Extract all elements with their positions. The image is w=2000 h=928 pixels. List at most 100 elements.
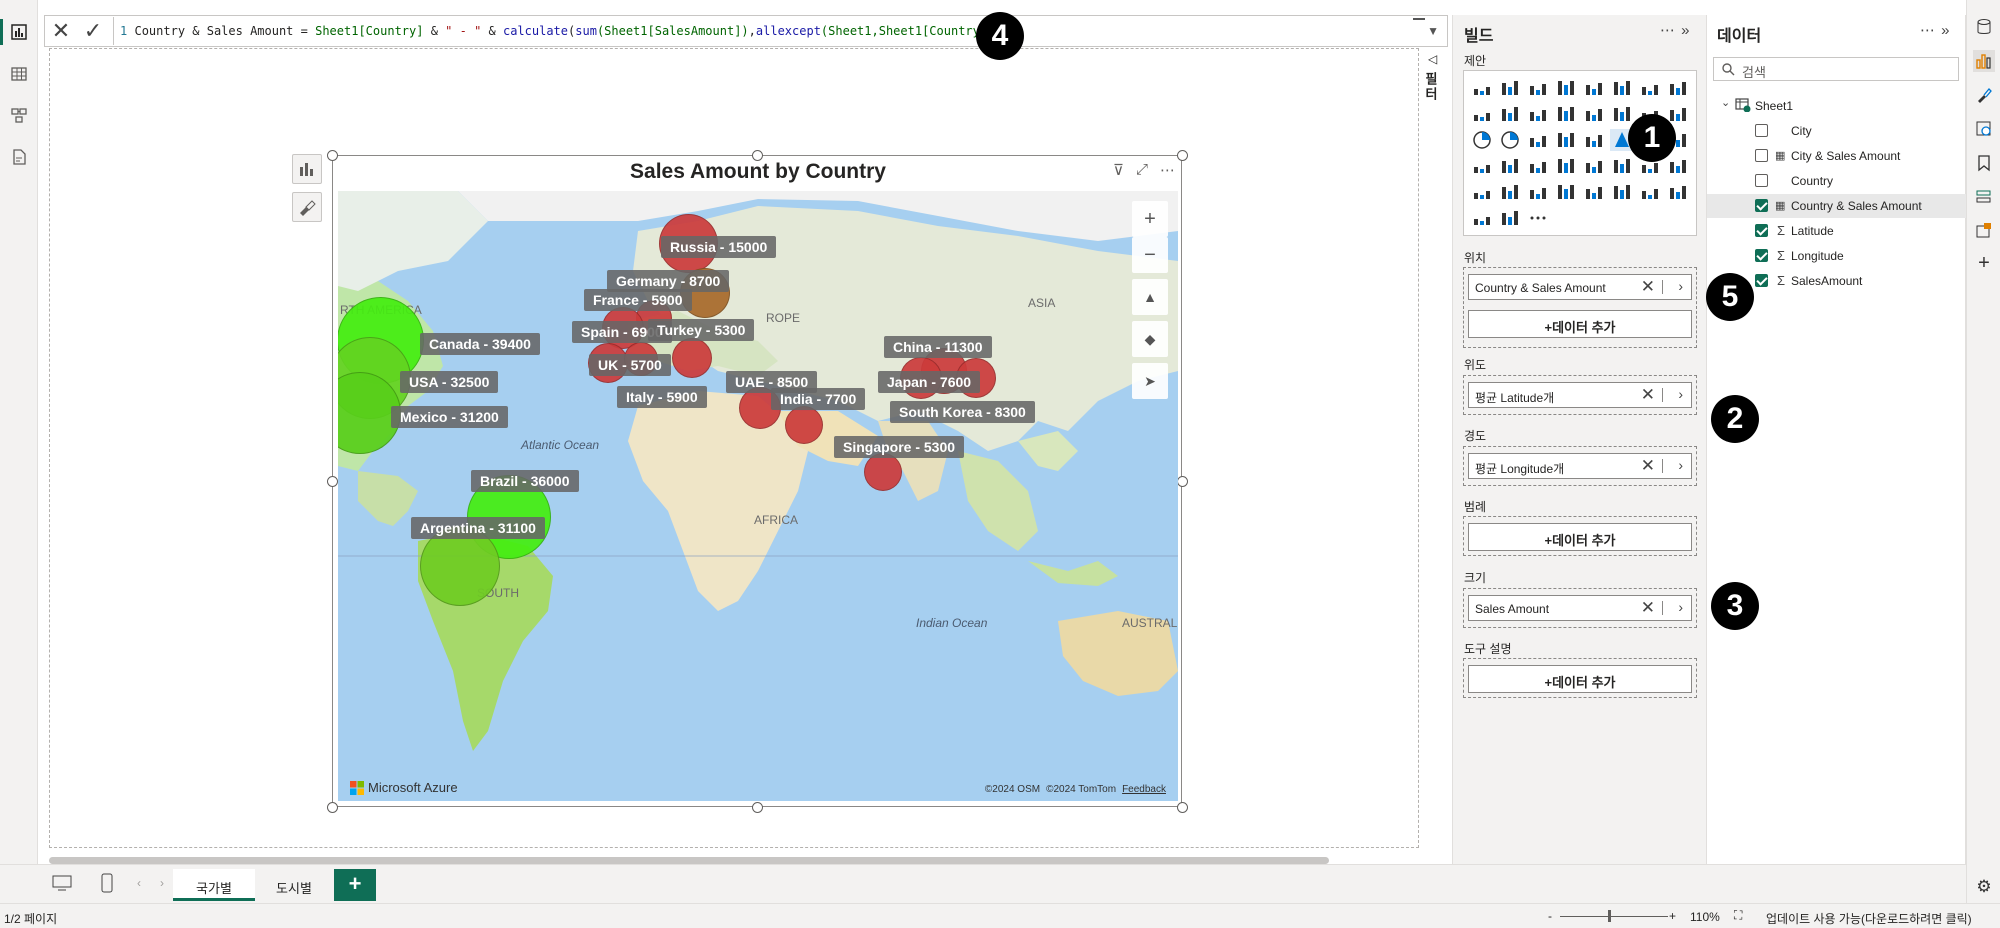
field-row[interactable]: Country — [1707, 169, 1966, 193]
card-icon[interactable] — [1498, 155, 1522, 177]
longitude-field-pill[interactable]: 평균 Longitude개 ✕ › — [1468, 453, 1692, 479]
location-well[interactable]: Country & Sales Amount ✕ › +데이터 추가 — [1463, 267, 1697, 348]
field-row[interactable]: Σ Latitude — [1707, 219, 1966, 243]
fit-to-page-icon[interactable]: ⛶ — [1734, 908, 1742, 923]
select-button[interactable]: ➤ — [1132, 363, 1168, 399]
add-data-button[interactable]: +데이터 추가 — [1468, 310, 1692, 338]
chevron-right-icon[interactable]: › — [1678, 599, 1683, 615]
pie-icon[interactable] — [1470, 129, 1494, 151]
selection-pane-icon[interactable] — [1973, 186, 1995, 208]
size-well[interactable]: Sales Amount ✕ › — [1463, 588, 1697, 628]
narrative-icon[interactable] — [1582, 181, 1606, 203]
paginated-icon[interactable] — [1610, 181, 1634, 203]
performance-pane-icon[interactable] — [1973, 220, 1995, 242]
waterfall-icon[interactable] — [1610, 103, 1634, 125]
area-chart-icon[interactable] — [1666, 77, 1690, 99]
desktop-layout-icon[interactable] — [52, 875, 72, 896]
slicer-icon[interactable] — [1582, 155, 1606, 177]
line-clustered-icon[interactable] — [1554, 103, 1578, 125]
map-area[interactable]: RTH AMERICA ASIA ROPE AFRICA SOUTH AUSTR… — [338, 191, 1178, 801]
100-bar-icon[interactable] — [1582, 77, 1606, 99]
smart-narrative-icon[interactable] — [1498, 207, 1522, 229]
search-input[interactable]: 검색 — [1713, 57, 1959, 81]
commit-formula-button[interactable]: ✓ — [77, 16, 109, 46]
gauge-icon[interactable] — [1470, 155, 1494, 177]
location-field-pill[interactable]: Country & Sales Amount ✕ › — [1468, 274, 1692, 300]
table-node[interactable]: ⌄ Sheet1 — [1707, 94, 1966, 118]
field-row[interactable]: ▦ Country & Sales Amount — [1707, 194, 1966, 218]
chevron-down-icon[interactable]: ⌄ — [1721, 96, 1730, 109]
100-column-icon[interactable] — [1610, 77, 1634, 99]
filled-map-icon[interactable] — [1582, 129, 1606, 151]
update-available-link[interactable]: 업데이트 사용 가능(다운로드하려면 클릭) — [1766, 910, 1972, 927]
focus-mode-icon[interactable]: ⤢ — [1136, 161, 1148, 179]
pitch-button[interactable]: ▲ — [1132, 279, 1168, 315]
chevron-down-icon[interactable]: ▼ — [1427, 24, 1439, 38]
filters-pane-label[interactable]: 필터 — [1423, 72, 1440, 102]
decomposition-tree-icon[interactable] — [1526, 181, 1550, 203]
tab-page-by-country[interactable]: 국가별 — [173, 869, 255, 901]
resize-handle[interactable] — [752, 802, 763, 813]
zoom-in-button[interactable]: + — [1132, 201, 1168, 237]
tab-scroll-left-icon[interactable]: ‹ — [137, 876, 141, 890]
formula-text[interactable]: 1 Country & Sales Amount = Sheet1[Countr… — [114, 24, 1384, 38]
table-view-icon[interactable] — [6, 61, 32, 87]
build-pane-icon[interactable] — [1973, 50, 1995, 72]
remove-field-icon[interactable]: ✕ — [1641, 456, 1655, 476]
stacked-area-icon[interactable] — [1470, 103, 1494, 125]
legend-well[interactable]: +데이터 추가 — [1463, 516, 1697, 556]
more-options-icon[interactable]: ⋯ — [1160, 161, 1175, 179]
data-pane-icon[interactable] — [1973, 16, 1995, 38]
compass-button[interactable]: ◆ — [1132, 321, 1168, 357]
add-pane-icon[interactable]: + — [1973, 252, 1995, 274]
100-area-icon[interactable] — [1498, 103, 1522, 125]
collapse-icon[interactable]: » — [1681, 22, 1690, 39]
remove-field-icon[interactable]: ✕ — [1641, 598, 1655, 618]
tab-scroll-right-icon[interactable]: › — [160, 876, 164, 890]
zoom-slider-thumb[interactable] — [1608, 910, 1611, 922]
formula-bar[interactable]: ✕ ✓ 1 Country & Sales Amount = Sheet1[Co… — [44, 15, 1448, 47]
horizontal-scrollbar[interactable] — [49, 857, 1329, 864]
kpi-icon[interactable] — [1554, 155, 1578, 177]
r-visual-icon[interactable] — [1666, 155, 1690, 177]
field-row[interactable]: City — [1707, 119, 1966, 143]
resize-handle[interactable] — [1177, 802, 1188, 813]
table-icon[interactable] — [1610, 155, 1634, 177]
visual-format-button[interactable] — [292, 154, 322, 184]
zoom-in-icon[interactable]: + — [1669, 909, 1676, 923]
zoom-out-button[interactable]: − — [1132, 237, 1168, 273]
field-checkbox[interactable] — [1755, 274, 1768, 287]
tooltip-well[interactable]: +데이터 추가 — [1463, 658, 1697, 698]
more-options-icon[interactable]: ⋯ — [1660, 22, 1676, 39]
longitude-well[interactable]: 평균 Longitude개 ✕ › — [1463, 446, 1697, 486]
resize-handle[interactable] — [327, 802, 338, 813]
zoom-slider[interactable] — [1560, 916, 1668, 917]
latitude-well[interactable]: 평균 Latitude개 ✕ › — [1463, 375, 1697, 415]
python-visual-icon[interactable] — [1470, 181, 1494, 203]
cancel-formula-button[interactable]: ✕ — [45, 16, 77, 46]
field-checkbox[interactable] — [1755, 199, 1768, 212]
add-page-button[interactable]: + — [334, 869, 376, 901]
line-chart-icon[interactable] — [1638, 77, 1662, 99]
more-visuals-icon[interactable] — [1526, 207, 1550, 229]
clustered-bar-icon[interactable] — [1526, 77, 1550, 99]
key-influencers-icon[interactable] — [1498, 181, 1522, 203]
filter-pane-icon[interactable]: ◁ — [1428, 52, 1437, 66]
map-bubble[interactable] — [672, 338, 712, 378]
feedback-link[interactable]: Feedback — [1122, 784, 1166, 795]
collapse-icon[interactable]: » — [1941, 22, 1950, 39]
format-pane-icon[interactable] — [1973, 84, 1995, 106]
field-checkbox[interactable] — [1755, 124, 1768, 137]
chevron-right-icon[interactable]: › — [1678, 457, 1683, 473]
field-checkbox[interactable] — [1755, 224, 1768, 237]
field-row[interactable]: ▦ City & Sales Amount — [1707, 144, 1966, 168]
bookmark-icon[interactable] — [1973, 152, 1995, 174]
stacked-bar-icon[interactable] — [1470, 77, 1494, 99]
field-checkbox[interactable] — [1755, 174, 1768, 187]
line-column-icon[interactable] — [1526, 103, 1550, 125]
dax-query-view-icon[interactable] — [6, 144, 32, 170]
qa-icon[interactable] — [1554, 181, 1578, 203]
settings-gear-icon[interactable]: ⚙ — [1973, 876, 1995, 898]
map-visual[interactable]: Sales Amount by Country ⊽ ⤢ ⋯ RTH AMERIC… — [327, 150, 1188, 813]
metrics-icon[interactable] — [1638, 181, 1662, 203]
